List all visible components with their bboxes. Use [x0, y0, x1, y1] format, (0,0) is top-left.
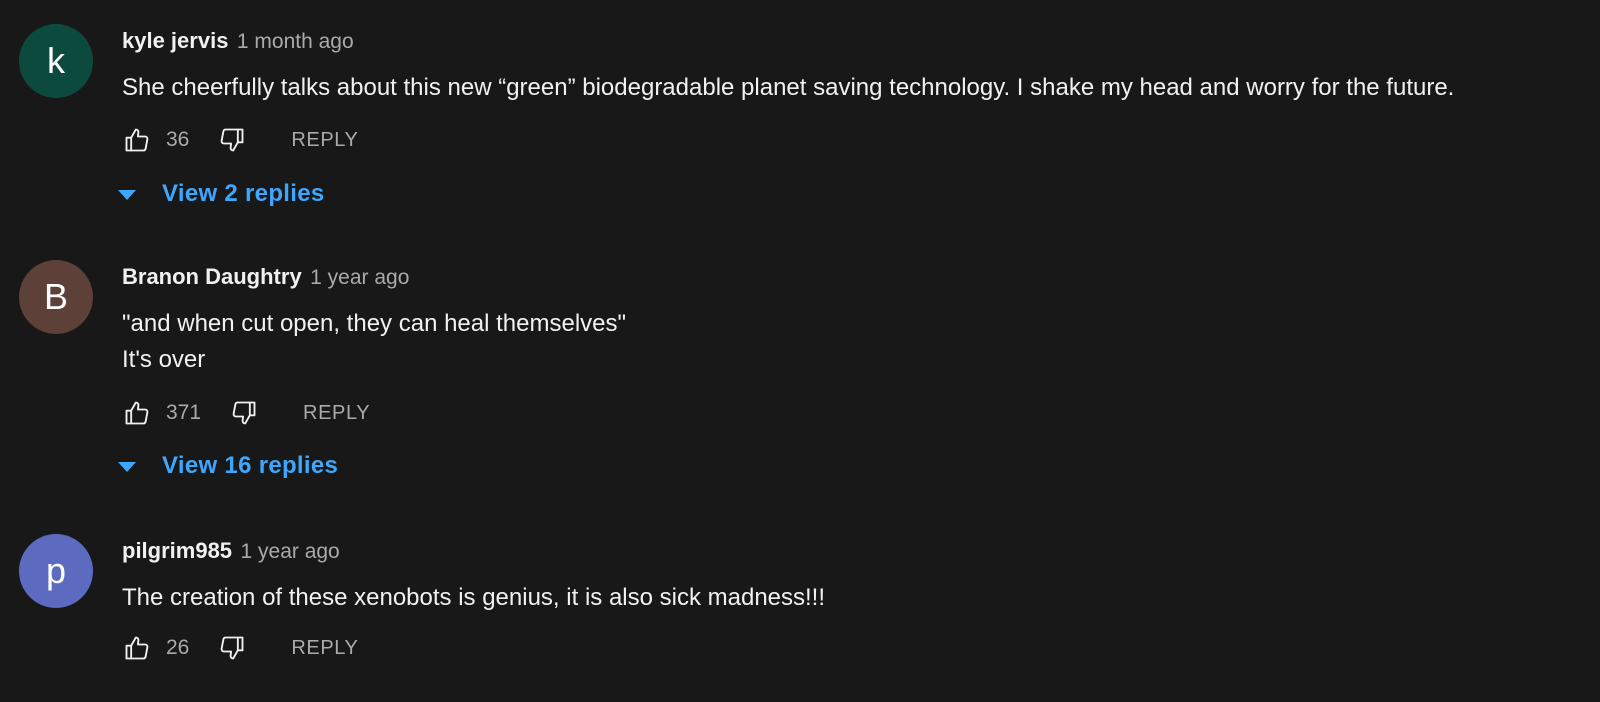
comment-actions: 36 REPLY: [122, 124, 358, 156]
comment-actions: 26 REPLY: [122, 632, 358, 664]
view-replies-button[interactable]: View 16 replies: [118, 452, 338, 480]
avatar[interactable]: k: [19, 24, 93, 98]
comment-text-line: The creation of these xenobots is genius…: [122, 584, 826, 611]
comment-text-line: It's over: [122, 346, 206, 373]
comment-header: kyle jervis 1 month ago: [122, 28, 354, 54]
reply-button[interactable]: REPLY: [303, 402, 370, 425]
thumb-down-icon[interactable]: [229, 398, 259, 428]
caret-down-icon: [118, 462, 136, 472]
thumb-up-icon[interactable]: [122, 398, 152, 428]
comment-text: She cheerfully talks about this new “gre…: [122, 70, 1454, 106]
comment-header: pilgrim985 1 year ago: [122, 538, 340, 564]
avatar[interactable]: B: [19, 260, 93, 334]
comment-text: "and when cut open, they can heal themse…: [122, 306, 626, 378]
comment-header: Branon Daughtry 1 year ago: [122, 264, 409, 290]
thumb-up-icon[interactable]: [122, 633, 152, 663]
comment-actions: 371 REPLY: [122, 397, 370, 429]
comment-text-line: She cheerfully talks about this new “gre…: [122, 74, 1455, 101]
comment-time[interactable]: 1 month ago: [237, 30, 354, 53]
view-replies-button[interactable]: View 2 replies: [118, 180, 325, 208]
author-name[interactable]: kyle jervis: [122, 28, 228, 53]
like-count: 36: [166, 128, 190, 151]
like-count: 26: [166, 636, 190, 659]
like-count: 371: [166, 401, 202, 424]
view-replies-label: View 16 replies: [162, 452, 339, 479]
comment-time[interactable]: 1 year ago: [241, 540, 340, 563]
reply-button[interactable]: REPLY: [291, 637, 358, 660]
author-name[interactable]: pilgrim985: [122, 538, 232, 563]
thumb-down-icon[interactable]: [217, 633, 247, 663]
view-replies-label: View 2 replies: [162, 180, 325, 207]
thumb-down-icon[interactable]: [217, 125, 247, 155]
reply-button[interactable]: REPLY: [291, 129, 358, 152]
comment-text-line: "and when cut open, they can heal themse…: [122, 310, 627, 337]
thumb-up-icon[interactable]: [122, 125, 152, 155]
comment-time[interactable]: 1 year ago: [310, 266, 409, 289]
avatar[interactable]: p: [19, 534, 93, 608]
caret-down-icon: [118, 190, 136, 200]
author-name[interactable]: Branon Daughtry: [122, 264, 302, 289]
comment-text: The creation of these xenobots is genius…: [122, 580, 825, 616]
